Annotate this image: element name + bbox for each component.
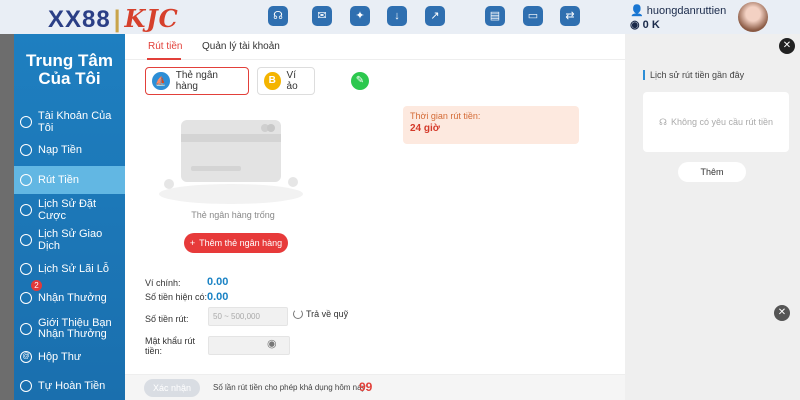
withdraw-icon [20,174,32,186]
bitcoin-icon: B [264,72,281,90]
sidebar-item-my-account[interactable]: Tài Khoản Của Tôi [14,108,125,136]
sidebar-title: Trung Tâm Của Tôi [26,51,113,88]
avatar[interactable] [738,2,768,32]
current-balance-value: 0.00 [207,291,229,303]
at-icon: @ [20,351,32,363]
rewards-badge: 2 [31,280,42,291]
withdraw-history-panel: Lịch sử rút tiền gần đây ☊ Không có yêu … [625,34,800,400]
tab-bar: Rút tiền Quản lý tài khoản [125,34,625,60]
sidebar-item-inbox[interactable]: @ Hộp Thư [14,343,125,371]
add-bank-card-button[interactable]: + Thêm thẻ ngân hàng [184,233,288,253]
history-more-button[interactable]: Thêm [678,162,746,182]
close-icon[interactable]: ✕ [779,38,795,54]
amount-input[interactable]: 50 ~ 500,000 [208,307,288,326]
headset-icon: ☊ [658,116,667,127]
empty-bank-text: Thẻ ngân hàng trống [191,210,275,220]
sidebar-item-profit-loss[interactable]: Lịch Sử Lãi Lỗ [14,255,125,283]
tab-withdraw[interactable]: Rút tiền [148,41,182,52]
bank-icon: ⛵ [152,72,170,90]
confirm-button[interactable]: Xác nhận [144,379,200,397]
withdraw-limit-note: Số lần rút tiền cho phép khả dụng hôm na… [213,383,368,392]
main-wallet-value: 0.00 [207,276,229,288]
download-icon[interactable]: ↓ [387,6,407,26]
footer-bar: Xác nhận Số lần rút tiền cho phép khả dụ… [125,374,625,400]
eye-icon[interactable]: ◉ [267,339,283,350]
withdraw-time-label: Thời gian rút tiền: [410,111,481,121]
transfer-icon[interactable]: ⇄ [560,6,580,26]
deposit-icon[interactable]: ▤ [485,6,505,26]
plus-icon: + [189,238,196,248]
people-icon [20,323,32,335]
sidebar-item-rewards[interactable]: 2 Nhận Thưởng [14,280,125,312]
sidebar-item-referral[interactable]: Giới Thiệu Bạn Nhận Thưởng [14,314,125,344]
trend-icon[interactable]: ↗ [425,6,445,26]
sidebar-item-bet-history[interactable]: Lịch Sử Đặt Cược [14,196,125,224]
withdraw-time-box: Thời gian rút tiền: 24 giờ [403,106,579,144]
history-title: Lịch sử rút tiền gần đây [643,70,744,80]
card-icon[interactable]: ▭ [523,6,543,26]
tab-account-management[interactable]: Quản lý tài khoản [202,41,280,52]
withdraw-panel: Rút tiền Quản lý tài khoản ⛵ Thẻ ngân hà… [125,34,625,400]
balance: ◉ 0 K [630,19,660,31]
sidebar-item-auto-refund[interactable]: Tự Hoàn Tiền [14,372,125,400]
withdraw-time-value: 24 giờ [410,123,440,134]
chart-icon [20,263,32,275]
method-ewallet[interactable]: B Ví ảo [257,67,315,95]
current-balance-label: Số tiền hiện có: [145,292,208,302]
password-label: Mật khẩu rút tiền: [145,336,196,356]
sidebar-item-deposit[interactable]: Nạp Tiền [14,136,125,164]
sidebar-item-withdraw[interactable]: Rút Tiền [14,166,125,194]
refund-button[interactable]: Trả về quỹ [293,309,348,319]
tag-icon [20,144,32,156]
support-icon[interactable]: ☊ [268,6,288,26]
sidebar: Trung Tâm Của Tôi Tài Khoản Của Tôi Nạp … [14,34,125,400]
method-bank-card[interactable]: ⛵ Thẻ ngân hàng [145,67,249,95]
site-logo[interactable]: XX88 | KJC [48,4,179,34]
gift-icon[interactable]: ✉ [312,6,332,26]
account-center-modal: Trung Tâm Của Tôi Tài Khoản Của Tôi Nạp … [14,34,800,400]
close-icon[interactable]: ✕ [774,305,790,321]
main-wallet-label: Ví chính: [145,278,181,288]
empty-card-illustration [159,120,303,204]
user-icon [20,116,32,128]
refresh-icon [293,309,303,319]
gift-icon [20,292,32,304]
refund-icon [20,380,32,392]
amount-label: Số tiền rút: [145,314,189,324]
edit-icon[interactable]: ✎ [351,72,369,90]
withdraw-limit-count: 99 [359,380,373,394]
site-header: XX88 | KJC ☊ ✉ ✦ ↓ ↗ ▤ ▭ ⇄ 👤 huongdanrutti… [0,0,800,34]
document-icon [20,204,32,216]
tab-underline [147,58,181,60]
history-empty: ☊ Không có yêu cầu rút tiền [643,92,789,152]
username[interactable]: 👤 huongdanruttien [630,4,726,17]
list-icon [20,234,32,246]
sidebar-item-transaction-history[interactable]: Lịch Sử Giao Dịch [14,226,125,254]
chat-icon[interactable]: ✦ [350,6,370,26]
